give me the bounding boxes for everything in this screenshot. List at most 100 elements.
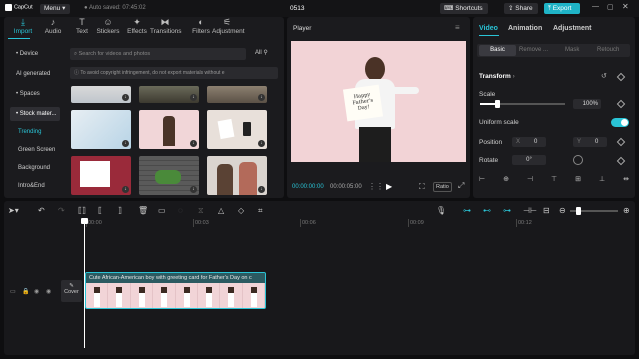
scale-input[interactable]: 100% (573, 99, 601, 109)
flip-icon[interactable]: ⇹ (623, 175, 629, 185)
zoom-in-icon[interactable]: ⊕ (623, 206, 630, 215)
rotate-dial[interactable] (573, 155, 583, 165)
download-icon[interactable]: ↓ (258, 140, 265, 147)
track-audio-icon[interactable]: ◉ (46, 288, 51, 295)
fullscreen-icon[interactable]: ⤢ (458, 181, 464, 191)
uniform-scale-toggle[interactable] (611, 118, 629, 127)
fullscreen-timeline-icon[interactable]: ⋮⋮ (368, 182, 384, 191)
tab-adjustment[interactable]: Adjustment (553, 25, 592, 32)
download-icon[interactable]: ↓ (122, 94, 129, 101)
zoom-fit-icon[interactable]: ⊟ (543, 206, 550, 215)
link-magnet-icon[interactable]: ⊷ (483, 206, 491, 215)
tab-animation[interactable]: Animation (508, 25, 542, 32)
microphone-icon[interactable]: 🎙 (436, 206, 446, 215)
media-thumb[interactable]: ↓ (71, 156, 131, 195)
sidebar-item-background[interactable]: Background (12, 161, 62, 175)
media-thumb[interactable]: ↓ (139, 110, 199, 149)
crop-icon[interactable]: ⛶ (419, 182, 425, 192)
media-thumb[interactable]: ↓ (71, 110, 131, 149)
freeze-icon[interactable]: ◌ (178, 206, 183, 215)
link-main-icon[interactable]: ⊶ (463, 206, 471, 215)
position-y-input[interactable]: Y0 (573, 137, 607, 147)
sidebar-item-trending[interactable]: Trending (12, 125, 62, 139)
playhead-handle[interactable] (81, 218, 88, 224)
project-title[interactable]: 0513 (290, 5, 304, 12)
subtab-mask[interactable]: Mask (565, 47, 579, 53)
tool-stickers[interactable]: ☺ Stickers (93, 17, 123, 39)
tool-adjustment[interactable]: ⚟ Adjustment (212, 17, 245, 39)
sidebar-item-intro-end[interactable]: Intro&End (12, 179, 62, 193)
media-thumb[interactable]: ↓ (139, 156, 199, 195)
tool-audio[interactable]: ♪ Audio (38, 17, 68, 39)
tab-video[interactable]: Video (479, 25, 498, 32)
close-button[interactable]: ✕ (622, 2, 629, 11)
delete-icon[interactable]: 🗑 (138, 206, 148, 215)
media-thumb[interactable]: ↓ (207, 110, 267, 149)
align-left-icon[interactable]: ⊢ (479, 175, 485, 185)
shortcuts-button[interactable]: ⌨ Shortcuts (440, 3, 488, 14)
track-visible-icon[interactable]: ◉ (34, 288, 39, 295)
download-icon[interactable]: ↓ (258, 94, 265, 101)
link-preview-icon[interactable]: ⊶ (503, 206, 511, 215)
tool-effects[interactable]: ✦ Effects (122, 17, 152, 39)
crop-tool-icon[interactable]: ⌗ (258, 206, 263, 216)
sidebar-item-spaces[interactable]: • Spaces (10, 87, 60, 101)
export-button[interactable]: ⤒ Export (544, 3, 580, 14)
minimize-button[interactable]: — (592, 3, 599, 10)
align-right-icon[interactable]: ⊣ (527, 175, 533, 185)
media-thumb[interactable]: ↓ (71, 86, 131, 103)
playhead[interactable] (84, 218, 85, 348)
sidebar-item-device[interactable]: • Device (10, 47, 60, 61)
search-input[interactable]: ⌕ Search for videos and photos (70, 48, 246, 60)
download-icon[interactable]: ↓ (190, 140, 197, 147)
cover-button[interactable]: ✎ Cover (61, 280, 82, 302)
rotate-input[interactable]: 0° (512, 155, 546, 165)
align-middle-icon[interactable]: ⊞ (575, 175, 581, 185)
align-bottom-icon[interactable]: ⊥ (599, 175, 605, 185)
redo-icon[interactable]: ↷ (58, 206, 65, 215)
download-icon[interactable]: ↓ (190, 186, 197, 193)
download-icon[interactable]: ↓ (122, 140, 129, 147)
maximize-button[interactable]: ▢ (607, 3, 614, 11)
mirror-icon[interactable]: △ (218, 206, 224, 215)
mask-icon[interactable]: ▭ (158, 206, 166, 215)
sidebar-item-stock-materials[interactable]: • Stock mater... (10, 107, 60, 121)
filter-all-dropdown[interactable]: All ⚲ (255, 49, 268, 56)
media-thumb[interactable]: ↓ (207, 86, 267, 103)
align-top-icon[interactable]: ⊤ (551, 175, 557, 185)
player-menu-icon[interactable]: ≡ (455, 23, 460, 32)
position-x-input[interactable]: X0 (512, 137, 546, 147)
trim-right-icon[interactable]: ⟧ (118, 206, 122, 215)
select-tool-icon[interactable]: ➤▾ (8, 206, 19, 215)
align-center-h-icon[interactable]: ⊕ (503, 175, 509, 185)
tool-import[interactable]: ⤓ Import (8, 17, 38, 39)
reverse-icon[interactable]: ⧖ (198, 206, 204, 216)
track-mute-icon[interactable]: 🔒 (22, 288, 29, 295)
zoom-out-icon[interactable]: ⊖ (559, 206, 566, 215)
play-button[interactable]: ▶ (386, 182, 392, 191)
video-clip[interactable]: Cute African-American boy with greeting … (85, 272, 266, 309)
split-icon[interactable]: ⟦⟧ (78, 206, 86, 215)
sidebar-item-ai-generated[interactable]: AI generated (10, 67, 60, 81)
media-thumb[interactable]: ↓ (207, 156, 267, 195)
subtab-remove[interactable]: Remove ... (519, 47, 548, 53)
download-icon[interactable]: ↓ (258, 186, 265, 193)
ratio-button[interactable]: Ratio (433, 182, 452, 192)
split-preview-icon[interactable]: ⊣⊢ (523, 206, 537, 215)
tool-transitions[interactable]: ⧓ Transitions (150, 17, 182, 39)
sidebar-item-green-screen[interactable]: Green Screen (12, 143, 62, 157)
track-lock-icon[interactable]: ▭ (10, 288, 16, 295)
rotate-tool-icon[interactable]: ◇ (238, 206, 244, 215)
menu-button[interactable]: Menu ▾ (40, 4, 70, 14)
share-button[interactable]: ⇪ Share (504, 3, 538, 14)
download-icon[interactable]: ↓ (190, 94, 197, 101)
reset-icon[interactable]: ↺ (601, 72, 607, 80)
media-thumb[interactable]: ↓ (139, 86, 199, 103)
undo-icon[interactable]: ↶ (38, 206, 45, 215)
subtab-basic[interactable]: Basic (479, 45, 516, 56)
scale-slider-handle[interactable] (495, 100, 500, 108)
trim-left-icon[interactable]: ⟦ (98, 206, 102, 215)
subtab-retouch[interactable]: Retouch (597, 47, 619, 53)
download-icon[interactable]: ↓ (122, 186, 129, 193)
zoom-slider-handle[interactable] (576, 207, 581, 215)
